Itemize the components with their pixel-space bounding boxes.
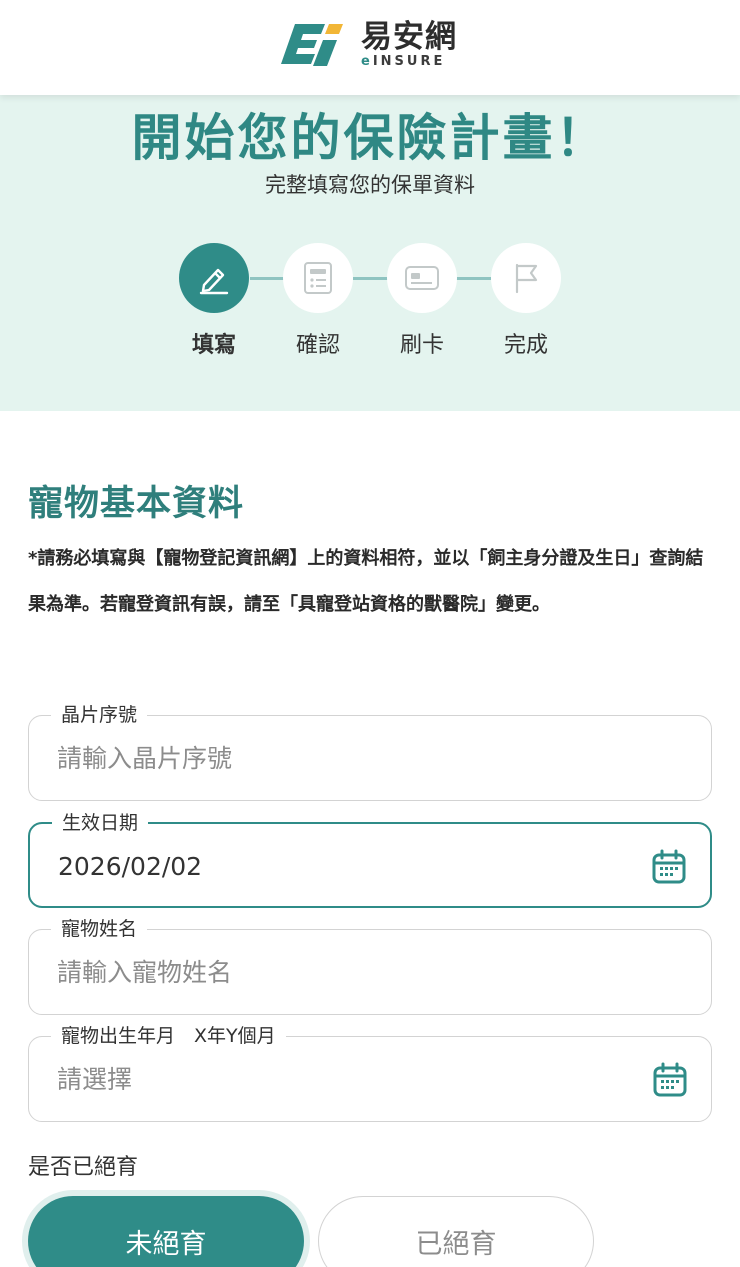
chip-number-input[interactable]: 請輸入晶片序號: [57, 742, 232, 776]
step-label: 確認: [295, 333, 340, 358]
chip-number-field[interactable]: 晶片序號 請輸入晶片序號: [28, 702, 712, 801]
hero-subtitle: 完整填寫您的保單資料: [265, 173, 475, 197]
pet-birth-select[interactable]: 請選擇: [57, 1063, 132, 1097]
calendar-icon[interactable]: [653, 1062, 687, 1098]
neutered-question: 是否已絕育: [28, 1155, 139, 1180]
step-circle: [491, 243, 561, 313]
step-circle: [283, 243, 353, 313]
step-pay: 刷卡: [370, 243, 474, 361]
logo-sub-rest: INSURE: [372, 54, 446, 69]
einsure-logo[interactable]: 易安網 eINSURE: [281, 18, 466, 70]
flag-icon: [515, 263, 538, 294]
step-circle: [387, 243, 457, 313]
neutered-button[interactable]: 已絕育: [318, 1196, 594, 1267]
not-neutered-button[interactable]: 未絕育: [28, 1196, 304, 1267]
step-done: 完成: [474, 243, 578, 361]
field-label: 生效日期: [52, 810, 149, 836]
field-label: 晶片序號: [51, 702, 148, 728]
step-label: 刷卡: [399, 333, 444, 358]
pencil-icon: [199, 268, 229, 295]
hero-banner: 開始您的保險計畫！ 完整填寫您的保單資料 填寫 確認 刷卡 完成: [0, 95, 740, 411]
checklist-icon: [304, 262, 332, 294]
instruction-note: *請務必填寫與【寵物登記資訊網】上的資料相符，並以「飼主身分證及生日」查詢結果為…: [28, 548, 704, 615]
step-circle: [179, 243, 249, 313]
field-label: 寵物姓名: [51, 916, 148, 942]
section-title: 寵物基本資料: [28, 484, 245, 524]
pet-name-input[interactable]: 請輸入寵物姓名: [57, 956, 232, 990]
effective-date-field[interactable]: 生效日期 2026/02/02: [28, 810, 712, 908]
progress-steps: 填寫 確認 刷卡 完成: [0, 243, 740, 373]
calendar-icon[interactable]: [652, 849, 686, 885]
logo-name: 易安網: [361, 19, 457, 55]
logo-subtext: eINSURE: [361, 54, 445, 70]
logo-sub-e: e: [361, 54, 373, 69]
step-fill: 填寫: [162, 243, 266, 361]
step-confirm: 確認: [266, 243, 370, 361]
logo-mark-icon: [281, 24, 343, 66]
effective-date-input[interactable]: 2026/02/02: [58, 850, 202, 884]
pet-name-field[interactable]: 寵物姓名 請輸入寵物姓名: [28, 916, 712, 1015]
pet-birth-field[interactable]: 寵物出生年月 X年Y個月 請選擇: [28, 1023, 712, 1122]
step-label: 完成: [503, 333, 548, 358]
step-label: 填寫: [191, 333, 236, 358]
hero-title: 開始您的保險計畫！: [131, 109, 609, 167]
credit-card-icon: [405, 266, 439, 290]
top-bar: 易安網 eINSURE: [0, 0, 740, 95]
field-label: 寵物出生年月 X年Y個月: [51, 1023, 286, 1049]
